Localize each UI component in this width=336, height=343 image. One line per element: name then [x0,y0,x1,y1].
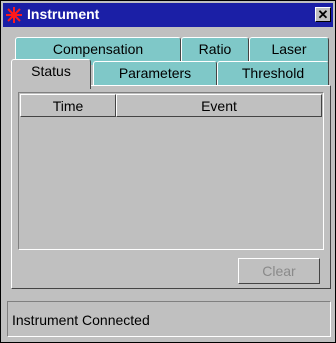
tab-label: Compensation [52,41,144,57]
instrument-window: Instrument ✕ Compensation Ratio Laser St… [0,0,336,343]
red-starburst-icon [5,6,23,24]
column-label: Time [52,98,84,114]
tab-label: Threshold [241,65,305,81]
tab-label: Status [31,63,71,79]
close-button[interactable]: ✕ [315,7,331,22]
clear-button[interactable]: Clear [238,258,320,284]
title-bar[interactable]: Instrument ✕ [3,3,333,27]
tab-label: Ratio [198,41,232,57]
window-title: Instrument [27,6,100,22]
tab-label: Parameters [118,65,192,81]
tab-label: Laser [271,41,307,57]
clear-label: Clear [262,263,296,279]
status-panel: Time Event Clear [11,85,331,289]
tab-status[interactable]: Status [11,59,91,89]
column-header-event[interactable]: Event [116,94,322,117]
event-table[interactable]: Time Event [18,92,324,250]
column-header-time[interactable]: Time [20,94,116,117]
status-text: Instrument Connected [12,312,150,328]
column-label: Event [201,98,237,114]
status-bar: Instrument Connected [7,301,331,337]
close-icon: ✕ [317,7,329,22]
